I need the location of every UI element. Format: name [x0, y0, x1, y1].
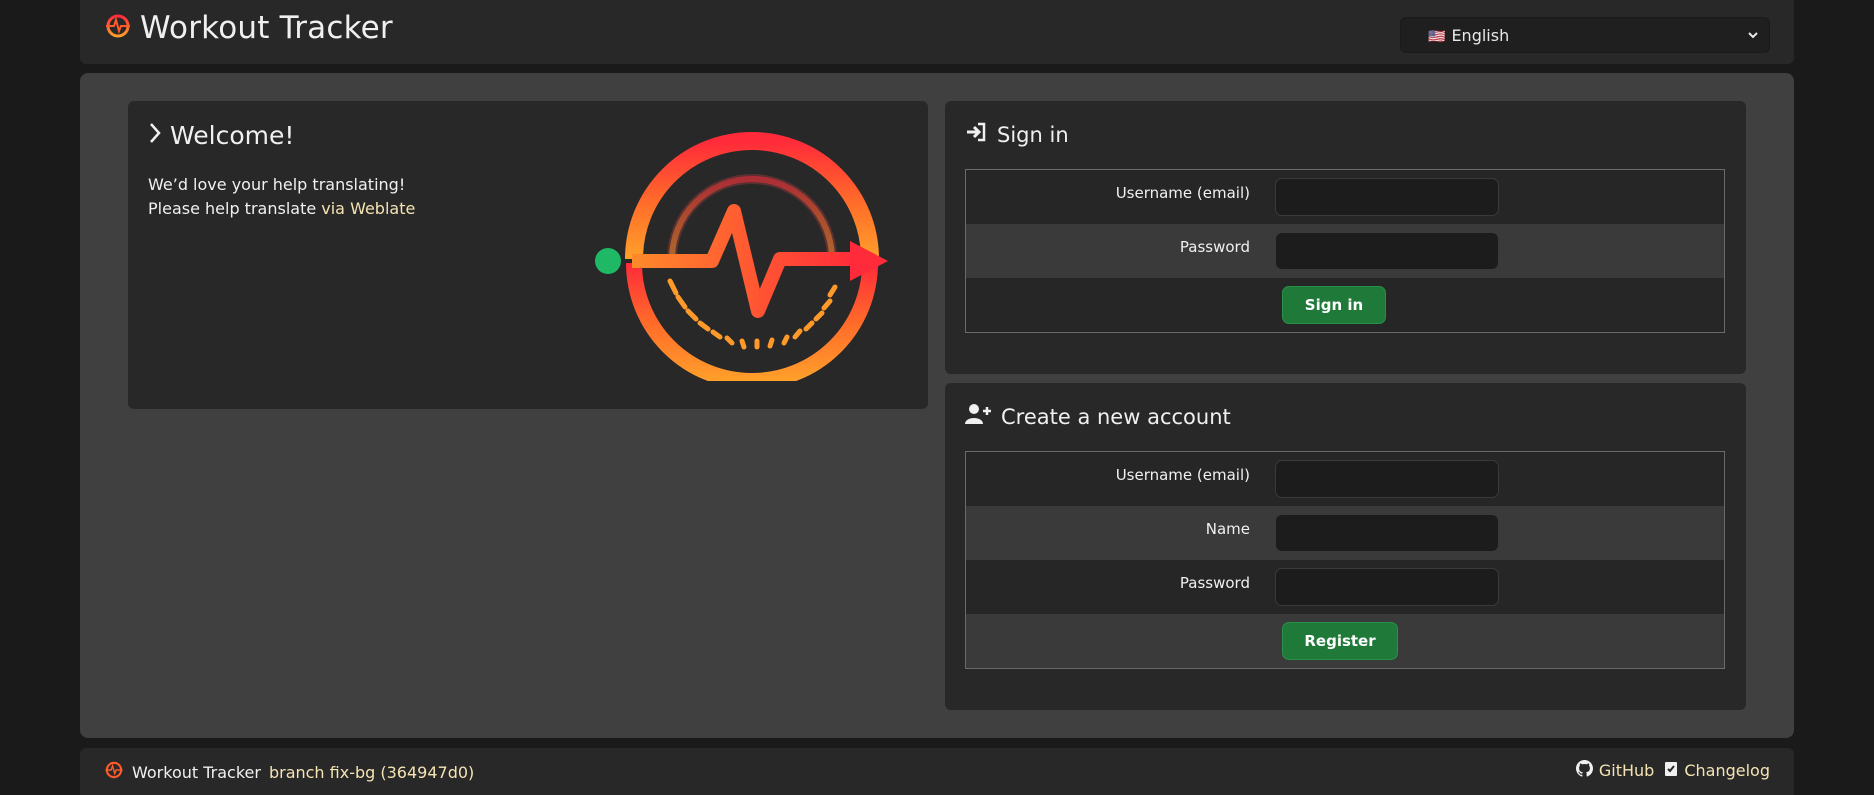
main-content: Welcome! We’d love your help translating… [80, 73, 1794, 738]
welcome-line-2-prefix: Please help translate [148, 199, 322, 218]
changelog-link[interactable]: Changelog [1664, 761, 1770, 781]
footer: Workout Tracker branch fix-bg (364947d0)… [80, 748, 1794, 795]
username-label: Username (email) [1115, 466, 1250, 484]
github-label: GitHub [1598, 761, 1655, 780]
user-plus-icon [965, 403, 991, 430]
language-label: English [1451, 25, 1510, 45]
logo-icon [104, 760, 124, 784]
branch-link[interactable]: branch fix-bg (364947d0) [269, 763, 474, 782]
register-submit-row: Register [966, 614, 1724, 668]
signin-form: Username (email) Password Sign in [965, 169, 1725, 333]
register-name-input[interactable] [1275, 514, 1499, 552]
register-heading: Create a new account [965, 403, 1231, 430]
github-icon [1575, 760, 1593, 781]
sign-in-button[interactable]: Sign in [1282, 286, 1386, 324]
signin-password-input[interactable] [1275, 232, 1499, 270]
signin-password-row: Password [966, 224, 1724, 278]
username-label: Username (email) [1115, 184, 1250, 202]
welcome-title: Welcome! [170, 121, 295, 150]
welcome-line-1: We’d love your help translating! [148, 175, 406, 194]
signin-card: Sign in Username (email) Password Sign i… [945, 101, 1746, 374]
register-name-row: Name [966, 506, 1724, 560]
register-card: Create a new account Username (email) Na… [945, 383, 1746, 710]
register-password-input[interactable] [1275, 568, 1499, 606]
register-title: Create a new account [1001, 404, 1231, 429]
brand[interactable]: Workout Tracker [104, 10, 393, 46]
changelog-label: Changelog [1684, 761, 1770, 780]
language-select[interactable]: 🇺🇸 English [1400, 17, 1770, 53]
signin-submit-row: Sign in [966, 278, 1724, 332]
checklist-icon [1664, 761, 1678, 781]
register-form: Username (email) Name Password Register [965, 451, 1725, 669]
sign-in-icon [965, 121, 987, 148]
welcome-line-2: Please help translate via Weblate [148, 197, 415, 221]
flag-icon: 🇺🇸 [1428, 28, 1446, 45]
register-username-row: Username (email) [966, 452, 1724, 506]
signin-username-row: Username (email) [966, 170, 1724, 224]
signin-username-input[interactable] [1275, 178, 1499, 216]
top-navbar: Workout Tracker 🇺🇸 English [80, 0, 1794, 64]
register-button[interactable]: Register [1282, 622, 1398, 660]
github-link[interactable]: GitHub [1575, 760, 1655, 781]
chevron-down-icon [1747, 26, 1759, 45]
register-username-input[interactable] [1275, 460, 1499, 498]
weblate-link[interactable]: via Weblate [321, 199, 415, 218]
name-label: Name [1205, 520, 1250, 538]
chevron-right-icon [148, 121, 162, 150]
footer-brand: Workout Tracker branch fix-bg (364947d0) [104, 760, 474, 784]
app-logo [592, 131, 902, 389]
register-password-row: Password [966, 560, 1724, 614]
password-label: Password [1179, 238, 1250, 256]
signin-heading: Sign in [965, 121, 1069, 148]
welcome-heading: Welcome! [148, 121, 294, 150]
footer-links: GitHub Changelog [1575, 760, 1770, 781]
welcome-card: Welcome! We’d love your help translating… [128, 101, 928, 409]
app-title: Workout Tracker [140, 10, 393, 46]
signin-title: Sign in [997, 122, 1069, 147]
welcome-text: We’d love your help translating! Please … [148, 173, 415, 221]
footer-app-name: Workout Tracker [132, 762, 261, 782]
password-label: Password [1179, 574, 1250, 592]
logo-icon [104, 12, 132, 44]
